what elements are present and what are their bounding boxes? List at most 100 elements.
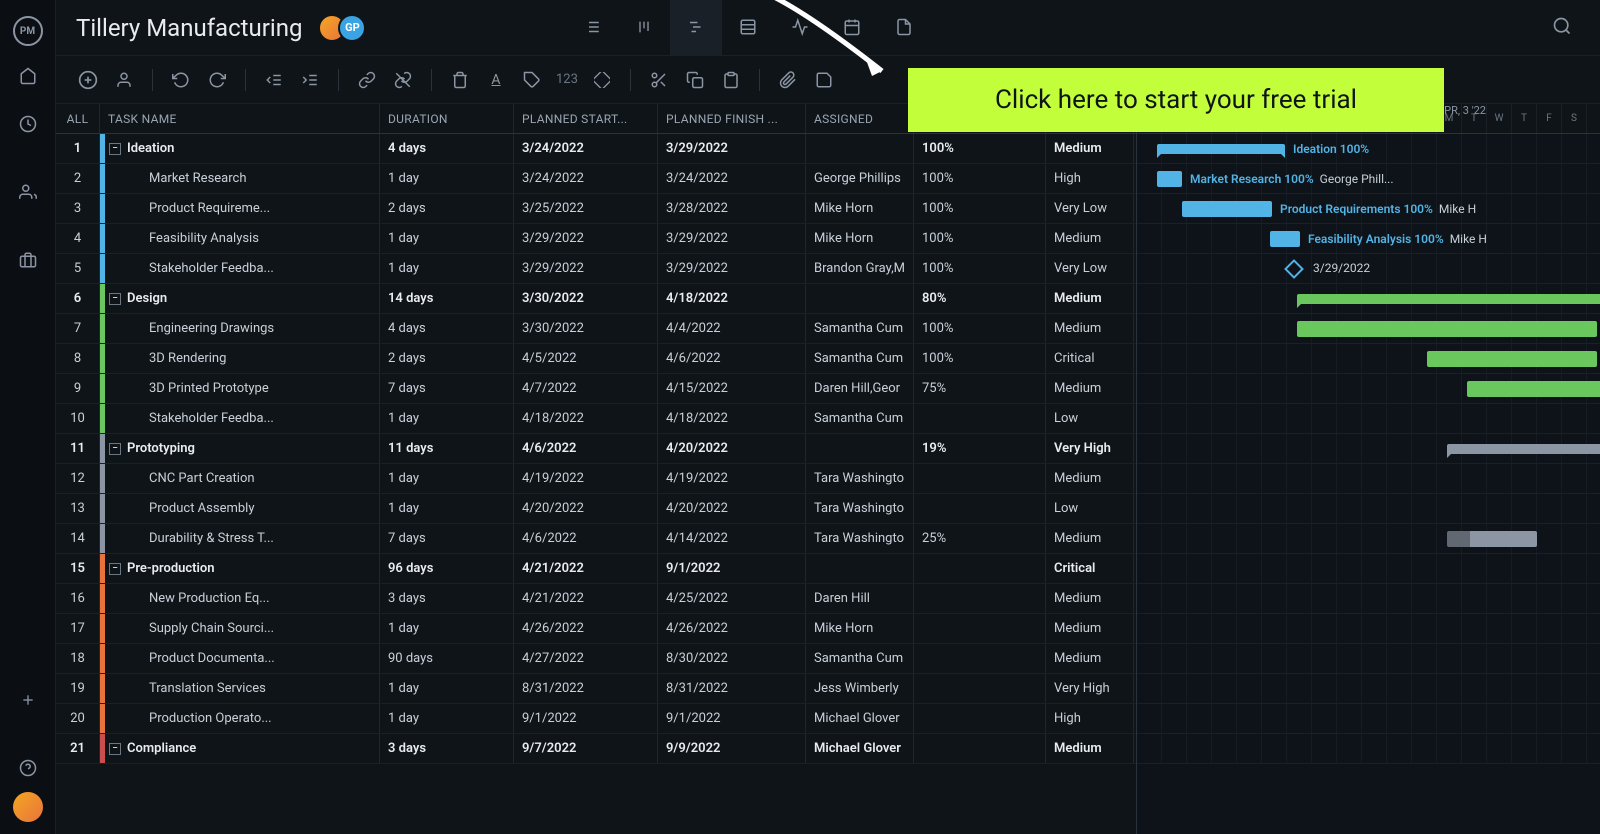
avatar-chip-gp[interactable]: GP <box>338 14 366 42</box>
table-row[interactable]: 11−Prototyping11 days4/6/20224/20/202219… <box>56 434 1136 464</box>
col-all[interactable]: ALL <box>56 104 100 133</box>
table-row[interactable]: 2Market Research1 day3/24/20223/24/2022G… <box>56 164 1136 194</box>
gantt-row[interactable] <box>1137 284 1600 314</box>
view-calendar-icon[interactable] <box>826 0 878 56</box>
gantt-row[interactable]: Ideation 100% <box>1137 134 1600 164</box>
help-icon[interactable] <box>10 750 46 786</box>
collapse-icon[interactable]: − <box>109 443 121 455</box>
view-list-icon[interactable] <box>566 0 618 56</box>
table-row[interactable]: 15−Pre-production96 days4/21/20229/1/202… <box>56 554 1136 584</box>
gantt-row[interactable] <box>1137 434 1600 464</box>
briefcase-icon[interactable] <box>10 242 46 278</box>
table-row[interactable]: 20Production Operato...1 day9/1/20229/1/… <box>56 704 1136 734</box>
gantt-bar[interactable]: Engineering D <box>1297 321 1597 337</box>
view-sheet-icon[interactable] <box>722 0 774 56</box>
priority-button[interactable] <box>586 64 618 96</box>
table-row[interactable]: 10Stakeholder Feedba...1 day4/18/20224/1… <box>56 404 1136 434</box>
paste-button[interactable] <box>715 64 747 96</box>
table-row[interactable]: 4Feasibility Analysis1 day3/29/20223/29/… <box>56 224 1136 254</box>
outdent-button[interactable] <box>258 64 290 96</box>
view-activity-icon[interactable] <box>774 0 826 56</box>
gantt-row[interactable] <box>1137 704 1600 734</box>
col-finish[interactable]: PLANNED FINISH ... <box>658 104 806 133</box>
table-row[interactable]: 12CNC Part Creation1 day4/19/20224/19/20… <box>56 464 1136 494</box>
col-start[interactable]: PLANNED START... <box>514 104 658 133</box>
milestone-icon[interactable] <box>1284 259 1304 279</box>
gantt-row[interactable]: Engineering D <box>1137 314 1600 344</box>
view-board-icon[interactable] <box>618 0 670 56</box>
recent-icon[interactable] <box>10 106 46 142</box>
gantt-row[interactable] <box>1137 404 1600 434</box>
team-icon[interactable] <box>10 174 46 210</box>
table-row[interactable]: 7Engineering Drawings4 days3/30/20224/4/… <box>56 314 1136 344</box>
text-format-button[interactable]: A <box>480 64 512 96</box>
free-trial-callout[interactable]: Click here to start your free trial <box>908 68 1444 132</box>
save-button[interactable] <box>808 64 840 96</box>
view-file-icon[interactable] <box>878 0 930 56</box>
gantt-bar[interactable]: Feasibility Analysis 100%Mike H <box>1270 231 1300 247</box>
gantt-row[interactable] <box>1137 614 1600 644</box>
tag-button[interactable] <box>516 64 548 96</box>
gantt-row[interactable] <box>1137 584 1600 614</box>
gantt-bar[interactable]: Product Requirements 100%Mike H <box>1182 201 1272 217</box>
gantt-bar[interactable] <box>1467 381 1600 397</box>
gantt-bar[interactable]: Ideation 100% <box>1157 144 1285 154</box>
add-icon[interactable] <box>10 682 46 718</box>
gantt-row[interactable]: Product Requirements 100%Mike H <box>1137 194 1600 224</box>
undo-button[interactable] <box>165 64 197 96</box>
indent-button[interactable] <box>294 64 326 96</box>
gantt-row[interactable] <box>1137 374 1600 404</box>
col-assigned[interactable]: ASSIGNED <box>806 104 914 133</box>
gantt-row[interactable] <box>1137 524 1600 554</box>
table-row[interactable]: 17Supply Chain Sourci...1 day4/26/20224/… <box>56 614 1136 644</box>
table-row[interactable]: 13Product Assembly1 day4/20/20224/20/202… <box>56 494 1136 524</box>
cut-button[interactable] <box>643 64 675 96</box>
user-avatar[interactable] <box>13 792 43 822</box>
home-icon[interactable] <box>10 58 46 94</box>
table-row[interactable]: 16New Production Eq...3 days4/21/20224/2… <box>56 584 1136 614</box>
collapse-icon[interactable]: − <box>109 563 121 575</box>
gantt-bar[interactable] <box>1297 294 1600 304</box>
collapse-icon[interactable]: − <box>109 143 121 155</box>
table-row[interactable]: 83D Rendering2 days4/5/20224/6/2022Saman… <box>56 344 1136 374</box>
app-logo[interactable]: PM <box>13 16 43 46</box>
gantt-row[interactable] <box>1137 494 1600 524</box>
gantt-row[interactable] <box>1137 464 1600 494</box>
collapse-icon[interactable]: − <box>109 293 121 305</box>
table-row[interactable]: 21−Compliance3 days9/7/20229/9/2022Micha… <box>56 734 1136 764</box>
table-row[interactable]: 93D Printed Prototype7 days4/7/20224/15/… <box>56 374 1136 404</box>
assign-button[interactable] <box>108 64 140 96</box>
gantt-bar[interactable] <box>1447 444 1600 454</box>
col-task-name[interactable]: TASK NAME <box>100 104 380 133</box>
gantt-bar[interactable]: Market Research 100%George Phill... <box>1157 171 1182 187</box>
search-icon[interactable] <box>1544 8 1580 48</box>
unlink-button[interactable] <box>387 64 419 96</box>
view-gantt-icon[interactable] <box>670 0 722 56</box>
gantt-row[interactable]: Market Research 100%George Phill... <box>1137 164 1600 194</box>
gantt-row[interactable]: 3/29/2022 <box>1137 254 1600 284</box>
member-avatars[interactable]: GP <box>318 14 366 42</box>
delete-button[interactable] <box>444 64 476 96</box>
table-row[interactable]: 1−Ideation4 days3/24/20223/29/2022100%Me… <box>56 134 1136 164</box>
gantt-row[interactable]: Feasibility Analysis 100%Mike H <box>1137 224 1600 254</box>
table-row[interactable]: 6−Design14 days3/30/20224/18/202280%Medi… <box>56 284 1136 314</box>
table-row[interactable]: 19Translation Services1 day8/31/20228/31… <box>56 674 1136 704</box>
table-row[interactable]: 3Product Requireme...2 days3/25/20223/28… <box>56 194 1136 224</box>
gantt-row[interactable] <box>1137 734 1600 764</box>
table-row[interactable]: 18Product Documenta...90 days4/27/20228/… <box>56 644 1136 674</box>
copy-button[interactable] <box>679 64 711 96</box>
col-duration[interactable]: DURATION <box>380 104 514 133</box>
gantt-row[interactable] <box>1137 674 1600 704</box>
gantt-row[interactable] <box>1137 644 1600 674</box>
gantt-row[interactable]: 3D Renc <box>1137 344 1600 374</box>
redo-button[interactable] <box>201 64 233 96</box>
link-button[interactable] <box>351 64 383 96</box>
collapse-icon[interactable]: − <box>109 743 121 755</box>
attachment-button[interactable] <box>772 64 804 96</box>
gantt-chart[interactable]: , 20 '22 MAR, 27 '22 APR, 3 '22 WTFSSMTW… <box>1136 104 1600 834</box>
gantt-bar[interactable] <box>1447 531 1537 547</box>
table-row[interactable]: 14Durability & Stress T...7 days4/6/2022… <box>56 524 1136 554</box>
add-task-button[interactable] <box>72 64 104 96</box>
table-row[interactable]: 5Stakeholder Feedba...1 day3/29/20223/29… <box>56 254 1136 284</box>
gantt-bar[interactable]: 3D Renc <box>1427 351 1597 367</box>
